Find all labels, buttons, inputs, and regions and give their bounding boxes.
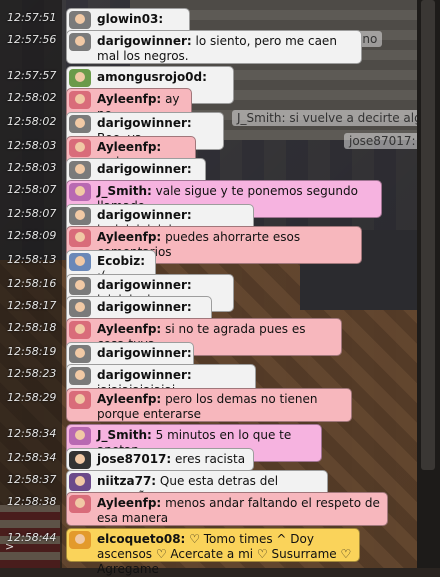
- message-timestamp: 12:58:03: [7, 139, 57, 152]
- chat-bubble[interactable]: elcoqueto08: ♡ Tomo times ^ Doy ascensos…: [66, 528, 360, 576]
- message-timestamp: 12:58:09: [7, 229, 57, 242]
- user-avatar-icon[interactable]: [69, 427, 91, 445]
- message-timestamp: 12:58:37: [7, 473, 57, 486]
- background-whisper-label: J_Smith: si vuelve a decirte algo: [232, 110, 435, 126]
- chat-username[interactable]: J_Smith:: [97, 184, 152, 198]
- chat-message-text: eres racista: [175, 452, 246, 466]
- chat-username[interactable]: jose87017:: [97, 452, 171, 466]
- chat-bubble[interactable]: darigowinner: lo siento, pero me caen ma…: [66, 30, 362, 64]
- message-timestamp: 12:57:51: [7, 11, 57, 24]
- user-avatar-icon[interactable]: [69, 531, 91, 549]
- chat-username[interactable]: Ayleenfp:: [97, 496, 161, 510]
- chat-scrollbar-thumb[interactable]: [421, 0, 435, 470]
- message-timestamp: 12:57:57: [7, 69, 57, 82]
- user-avatar-icon[interactable]: [69, 277, 91, 295]
- message-timestamp: 12:58:07: [7, 183, 57, 196]
- user-avatar-icon[interactable]: [69, 161, 91, 179]
- message-timestamp: 12:58:18: [7, 321, 57, 334]
- chat-username[interactable]: darigowinner:: [97, 34, 192, 48]
- message-timestamp: 12:57:56: [7, 33, 57, 46]
- chat-expand-toggle[interactable]: >: [5, 540, 14, 553]
- chat-username[interactable]: Ayleenfp:: [97, 392, 161, 406]
- message-timestamp: 12:58:02: [7, 115, 57, 128]
- user-avatar-icon[interactable]: [69, 299, 91, 317]
- message-timestamp: 12:58:34: [7, 427, 57, 440]
- user-avatar-icon[interactable]: [69, 11, 91, 29]
- chat-username[interactable]: Ecobiz:: [97, 254, 145, 268]
- message-timestamp: 12:58:02: [7, 91, 57, 104]
- message-timestamp: 12:58:38: [7, 495, 57, 508]
- chat-username[interactable]: Ayleenfp:: [97, 92, 161, 106]
- chat-username[interactable]: darigowinner:: [97, 368, 192, 382]
- chat-bubble[interactable]: Ayleenfp: menos andar faltando el respet…: [66, 492, 388, 526]
- chat-username[interactable]: Ayleenfp:: [97, 140, 161, 154]
- chat-username[interactable]: Ayleenfp:: [97, 230, 161, 244]
- user-avatar-icon[interactable]: [69, 91, 91, 109]
- user-avatar-icon[interactable]: [69, 473, 91, 491]
- user-avatar-icon[interactable]: [69, 183, 91, 201]
- chat-username[interactable]: niitza77:: [97, 474, 156, 488]
- message-timestamp: 12:58:07: [7, 207, 57, 220]
- chat-username[interactable]: darigowinner:: [97, 300, 192, 314]
- message-timestamp: 12:58:44: [7, 531, 57, 544]
- message-timestamp: 12:58:13: [7, 253, 57, 266]
- user-avatar-icon[interactable]: [69, 207, 91, 225]
- chat-username[interactable]: darigowinner:: [97, 346, 192, 360]
- chat-username[interactable]: darigowinner:: [97, 278, 192, 292]
- user-avatar-icon[interactable]: [69, 115, 91, 133]
- chat-username[interactable]: darigowinner:: [97, 162, 192, 176]
- user-avatar-icon[interactable]: [69, 321, 91, 339]
- chat-username[interactable]: elcoqueto08:: [97, 532, 185, 546]
- chat-username[interactable]: darigowinner:: [97, 116, 192, 130]
- message-timestamp: 12:58:16: [7, 277, 57, 290]
- chat-bubble[interactable]: jose87017: eres racista: [66, 448, 254, 471]
- message-timestamp: 12:58:17: [7, 299, 57, 312]
- user-avatar-icon[interactable]: [69, 229, 91, 247]
- chat-username[interactable]: glowin03:: [97, 12, 163, 26]
- user-avatar-icon[interactable]: [69, 253, 91, 271]
- message-timestamp: 12:58:29: [7, 391, 57, 404]
- chat-username[interactable]: amongusrojo0d:: [97, 70, 207, 84]
- user-avatar-icon[interactable]: [69, 367, 91, 385]
- chat-username[interactable]: Ayleenfp:: [97, 322, 161, 336]
- message-timestamp: 12:58:34: [7, 451, 57, 464]
- user-avatar-icon[interactable]: [69, 495, 91, 513]
- message-timestamp: 12:58:19: [7, 345, 57, 358]
- chat-username[interactable]: darigowinner:: [97, 208, 192, 222]
- message-timestamp: 12:58:03: [7, 161, 57, 174]
- chat-bubble[interactable]: Ayleenfp: pero los demas no tienen porqu…: [66, 388, 352, 422]
- user-avatar-icon[interactable]: [69, 33, 91, 51]
- chat-username[interactable]: J_Smith:: [97, 428, 152, 442]
- user-avatar-icon[interactable]: [69, 345, 91, 363]
- user-avatar-icon[interactable]: [69, 139, 91, 157]
- message-timestamp: 12:58:23: [7, 367, 57, 380]
- user-avatar-icon[interactable]: [69, 69, 91, 87]
- user-avatar-icon[interactable]: [69, 391, 91, 409]
- user-avatar-icon[interactable]: [69, 451, 91, 469]
